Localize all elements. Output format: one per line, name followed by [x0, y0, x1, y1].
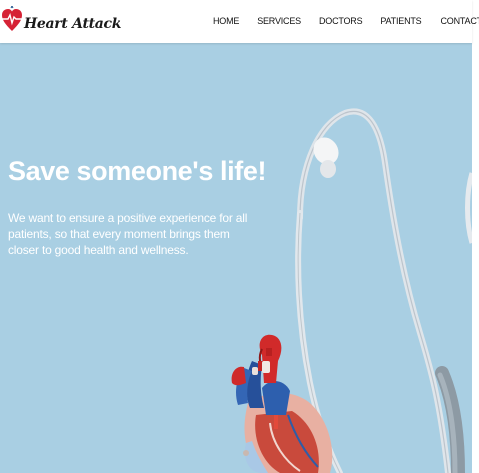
- nav-doctors[interactable]: DOCTORS: [319, 16, 363, 26]
- brand-link[interactable]: Heart Attack: [2, 6, 121, 34]
- navbar: Heart Attack HOME SERVICES DOCTORS PATIE…: [0, 0, 479, 43]
- page-edge: [472, 0, 479, 473]
- main-nav: HOME SERVICES DOCTORS PATIENTS CONTACT: [213, 16, 479, 26]
- nav-patients[interactable]: PATIENTS: [380, 16, 421, 26]
- hero-image: [231, 108, 472, 473]
- hero-title: Save someone's life!: [8, 156, 267, 186]
- nav-home[interactable]: HOME: [213, 16, 239, 26]
- hero-description: We want to ensure a positive experience …: [8, 211, 248, 257]
- nav-contact[interactable]: CONTACT: [440, 16, 479, 26]
- stethoscope-icon: [295, 108, 472, 473]
- nav-services[interactable]: SERVICES: [257, 16, 301, 26]
- hero-section: Save someone's life! We want to ensure a…: [0, 43, 472, 473]
- page: Heart Attack HOME SERVICES DOCTORS PATIE…: [0, 0, 479, 473]
- heart-pulse-icon: [2, 6, 22, 31]
- brand-name: Heart Attack: [24, 16, 122, 32]
